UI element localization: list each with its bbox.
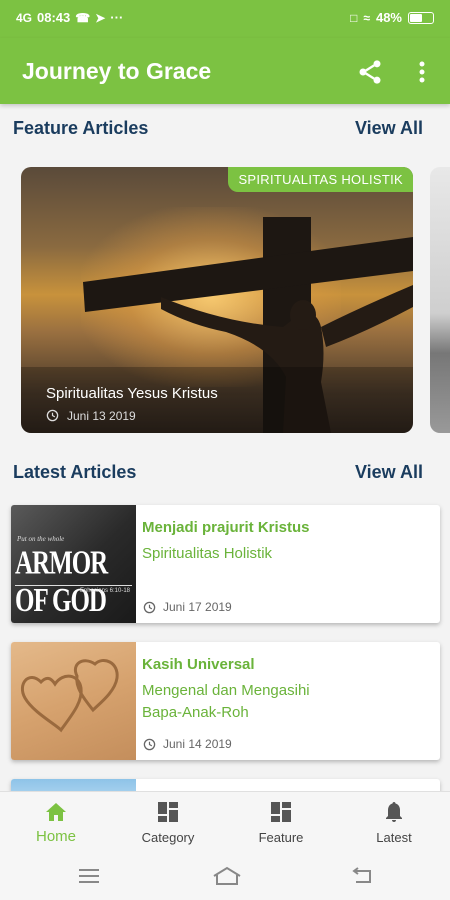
feature-category-tag[interactable]: SPIRITUALITAS HOLISTIK [228,167,413,192]
share-icon[interactable] [356,58,384,86]
clock-icon [143,601,156,614]
next-feature-card-peek[interactable] [430,167,450,433]
article-title: Kasih Universal [142,656,255,673]
recent-apps-icon[interactable] [76,865,102,887]
back-icon[interactable] [350,865,376,887]
article-category: Mengenal dan Mengasihi Bapa-Anak-Roh [142,682,310,721]
nav-label: Latest [376,830,412,845]
whatsapp-icon: ☎ [75,10,91,25]
nav-label: Category [141,830,195,845]
category-grid-icon [158,802,178,822]
wifi-icon: ≈ [363,10,370,25]
more-notifications-icon: ··· [110,10,124,25]
armor-of-god-thumbnail: Put on the whole ARMOR OF GOD Ephesians … [11,505,136,623]
thumb-caption-main: ARMOR OF GOD [15,545,108,620]
home-button-icon[interactable] [212,865,242,887]
battery-percent: 48% [375,10,402,25]
thumb-divider [15,585,132,586]
feature-article-date: Juni 13 2019 [67,409,136,423]
thumb-caption-top: Put on the whole [17,535,65,543]
feature-article-title: Spiritualitas Yesus Kristus [46,385,218,402]
thumb-caption-ref: Ephesians 6:10-18 [79,588,130,594]
system-navigation-bar [0,853,450,900]
clock-icon [143,738,156,751]
article-card[interactable]: Kasih Universal Mengenal dan Mengasihi B… [11,642,440,760]
telegram-icon: ➤ [95,10,106,25]
nav-feature[interactable]: Feature [225,792,337,854]
bell-icon [386,802,402,822]
no-sim-icon: □ [350,10,358,25]
app-bar: Journey to Grace [0,38,450,104]
hearts-in-sand-thumbnail [11,642,136,760]
latest-view-all-link[interactable]: View All [355,462,423,483]
nav-latest[interactable]: Latest [338,792,450,854]
article-card[interactable]: Put on the whole ARMOR OF GOD Ephesians … [11,505,440,623]
article-category: Spiritualitas Holistik [142,545,273,562]
clock-icon [46,409,59,422]
feature-view-all-link[interactable]: View All [355,118,423,139]
article-date: Juni 17 2019 [163,600,232,614]
nav-home[interactable]: Home [0,792,112,854]
nav-label: Home [35,828,76,845]
article-date: Juni 14 2019 [163,737,232,751]
bottom-navigation: Home Category Feature Latest [0,791,450,853]
status-bar: 4G 08:43 ☎ ➤ ··· □ ≈ 48% [0,0,450,38]
more-vert-icon[interactable] [410,58,434,86]
feature-section-title: Feature Articles [13,118,149,138]
nav-category[interactable]: Category [112,792,224,854]
home-icon [46,803,66,821]
signal-icon: 4G [16,10,33,25]
feature-grid-icon [271,802,291,822]
feature-article-card[interactable]: SPIRITUALITAS HOLISTIK Spiritualitas Yes… [21,167,413,433]
article-title: Menjadi prajurit Kristus [142,519,310,536]
latest-section-title: Latest Articles [13,462,137,482]
battery-icon [408,11,434,24]
hearts-drawing [20,659,119,733]
status-time: 08:43 [37,10,71,25]
app-title: Journey to Grace [22,58,212,84]
nav-label: Feature [258,830,304,845]
